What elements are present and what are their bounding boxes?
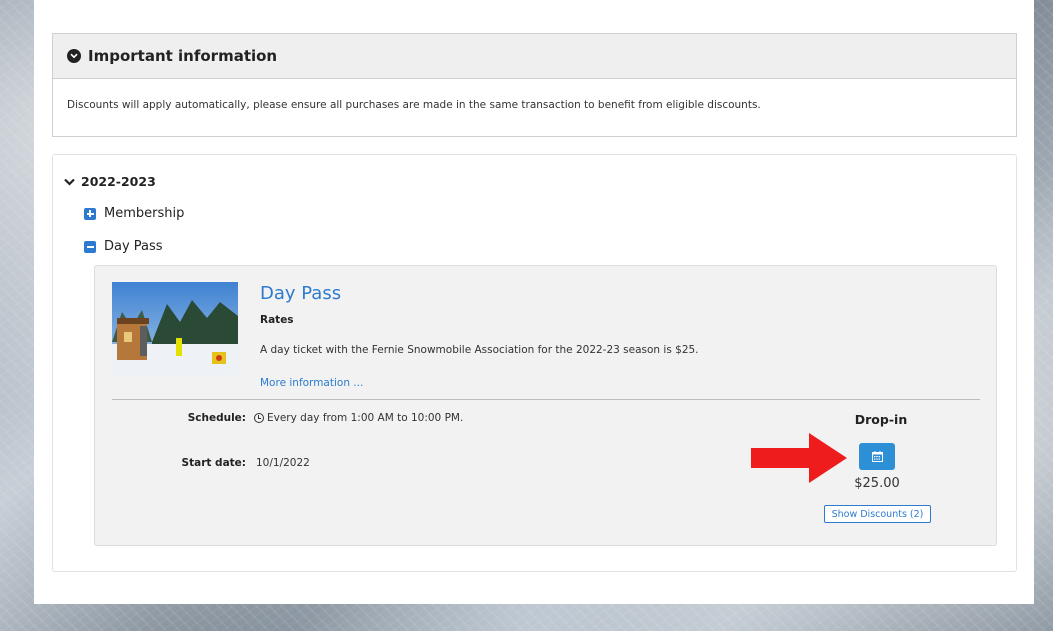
start-date-value: 10/1/2022: [256, 457, 310, 469]
rates-label: Rates: [260, 314, 294, 326]
important-info-title: Important information: [88, 47, 278, 65]
more-information-link[interactable]: More information ...: [260, 377, 363, 389]
show-discounts-button[interactable]: Show Discounts (2): [824, 505, 931, 523]
page-container: Important information Discounts will app…: [34, 0, 1034, 604]
clock-icon: [254, 413, 264, 423]
season-title: 2022-2023: [81, 174, 156, 189]
schedule-value: Every day from 1:00 AM to 10:00 PM.: [254, 412, 463, 424]
dropin-label: Drop-in: [854, 412, 908, 427]
product-title[interactable]: Day Pass: [260, 283, 341, 304]
minus-square-icon: [84, 240, 96, 253]
book-calendar-button[interactable]: [859, 443, 895, 470]
product-description: A day ticket with the Fernie Snowmobile …: [260, 344, 699, 356]
red-arrow-annotation: [751, 433, 847, 483]
important-info-text: Discounts will apply automatically, plea…: [67, 99, 761, 111]
important-info-header[interactable]: Important information: [53, 34, 1016, 79]
schedule-label: Schedule:: [187, 412, 246, 424]
plus-square-icon: [84, 207, 96, 220]
circle-chevron-down-icon: [67, 49, 81, 63]
product-thumbnail[interactable]: [112, 282, 238, 376]
important-info-panel: Important information Discounts will app…: [52, 33, 1017, 137]
category-day-pass[interactable]: Day Pass: [84, 239, 163, 254]
season-panel: 2022-2023 Membership Day Pass Day Pass R…: [52, 154, 1017, 572]
divider: [112, 399, 980, 400]
category-label: Membership: [104, 206, 185, 221]
season-toggle[interactable]: 2022-2023: [64, 174, 156, 189]
category-label: Day Pass: [104, 239, 163, 254]
calendar-icon: [871, 451, 883, 462]
product-card: Day Pass Rates A day ticket with the Fer…: [94, 265, 997, 546]
schedule-text: Every day from 1:00 AM to 10:00 PM.: [267, 412, 464, 424]
start-date-label: Start date:: [181, 457, 246, 469]
category-membership[interactable]: Membership: [84, 206, 184, 221]
chevron-down-icon: [64, 178, 75, 186]
price: $25.00: [854, 476, 900, 491]
